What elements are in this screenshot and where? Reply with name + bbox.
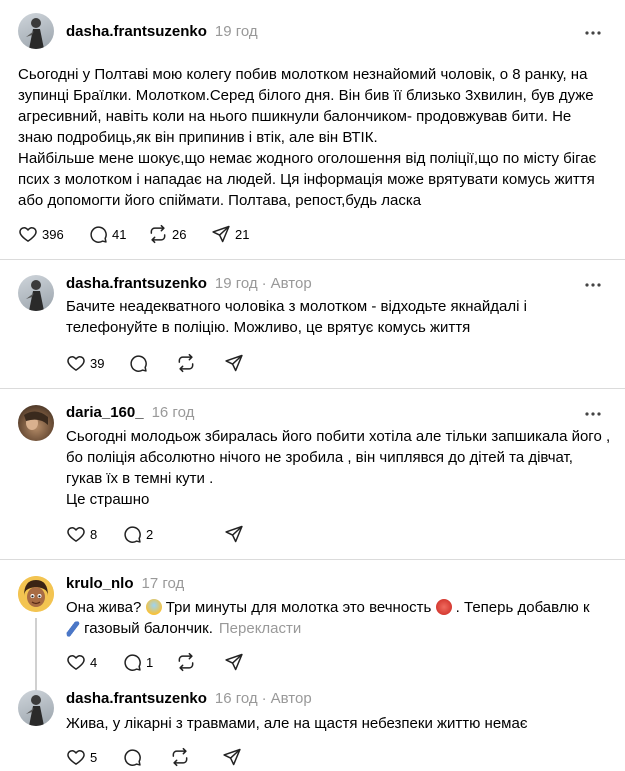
author-badge: Автор	[270, 275, 312, 292]
post-text-part: Она жива?	[66, 599, 146, 616]
share-count: 21	[235, 226, 250, 242]
more-dots-icon[interactable]	[581, 405, 605, 423]
like-count: 39	[90, 355, 105, 371]
post-actions: 5	[66, 746, 616, 768]
repost-button[interactable]	[176, 352, 196, 374]
post-time: 16 год	[151, 404, 195, 421]
repost-button[interactable]	[170, 746, 190, 768]
avatar[interactable]	[18, 13, 54, 49]
comment-count: 41	[112, 226, 127, 242]
post-text: Сьогодні молодьож збиралась його побити …	[66, 428, 611, 508]
comment-button[interactable]	[122, 746, 142, 768]
post-text: Жива, у лікарні з травмами, але на щастя…	[66, 715, 528, 732]
username[interactable]: dasha.frantsuzenko	[66, 23, 207, 40]
username[interactable]: daria_160_	[66, 404, 144, 421]
avatar[interactable]	[18, 405, 54, 441]
send-icon	[222, 747, 242, 767]
pen-spray-emoji-icon	[65, 621, 81, 637]
comment-bubble-icon	[128, 353, 148, 373]
like-button[interactable]: 4	[66, 651, 97, 673]
separator-dot: ·	[261, 275, 267, 292]
send-icon	[224, 652, 244, 672]
comment-button[interactable]: 1	[122, 651, 153, 673]
avatar[interactable]	[18, 690, 54, 726]
heart-icon	[66, 747, 86, 767]
avatar[interactable]	[18, 576, 54, 612]
heart-icon	[18, 224, 38, 244]
post-text-part: Три минуты для молотка это вечность	[161, 599, 436, 616]
post-time: 17 год	[141, 575, 185, 592]
post-text-part: . Теперь добавлю к	[451, 599, 590, 616]
repost-button[interactable]	[176, 651, 196, 673]
post-text: Сьогодні у Полтаві мою колегу побив моло…	[18, 66, 597, 209]
comment-bubble-icon	[88, 224, 108, 244]
more-dots-icon[interactable]	[581, 276, 605, 294]
share-button[interactable]	[224, 523, 244, 545]
heart-icon	[66, 353, 86, 373]
post-time: 16 год	[214, 690, 258, 707]
send-icon	[224, 524, 244, 544]
post-text: Бачите неадекватного чоловіка з молотком…	[66, 298, 527, 336]
avatar-photo-icon	[26, 280, 44, 311]
avatar-photo-icon	[26, 695, 44, 726]
post-time: 19 год	[214, 23, 258, 40]
like-count: 4	[90, 654, 98, 670]
like-button[interactable]: 39	[66, 352, 104, 374]
repost-icon	[170, 747, 190, 767]
share-button[interactable]	[222, 746, 242, 768]
avatar-cartoon-icon	[18, 576, 54, 612]
share-button[interactable]	[224, 651, 244, 673]
repost-count: 26	[172, 226, 187, 242]
post-text-part: газовый балончик.	[80, 620, 213, 637]
comment-count: 2	[146, 526, 154, 542]
share-button[interactable]: 21	[211, 223, 249, 245]
comment-button[interactable]	[128, 352, 148, 374]
like-button[interactable]: 5	[66, 746, 97, 768]
comment-count: 1	[146, 654, 154, 670]
comment-button[interactable]: 41	[88, 223, 126, 245]
post-actions: 4 1	[66, 651, 616, 673]
share-button[interactable]	[224, 352, 244, 374]
comment-bubble-icon	[122, 652, 142, 672]
translate-link[interactable]: Перекласти	[219, 620, 301, 637]
like-count: 396	[42, 226, 64, 242]
comment-bubble-icon	[122, 747, 142, 767]
repost-button[interactable]: 26	[148, 223, 186, 245]
post-actions: 396 41 26 21	[18, 223, 618, 245]
post-text: Она жива? Три минуты для молотка это веч…	[65, 597, 621, 639]
post-time: 19 год	[214, 275, 258, 292]
username[interactable]: dasha.frantsuzenko	[66, 690, 207, 707]
like-count: 5	[90, 749, 98, 765]
username[interactable]: krulo_nlo	[66, 575, 134, 592]
author-badge: Автор	[270, 690, 312, 707]
separator-dot: ·	[261, 690, 267, 707]
comment-button[interactable]: 2	[122, 523, 153, 545]
divider	[0, 388, 625, 389]
avatar-photo-icon	[24, 411, 48, 430]
heart-icon	[66, 652, 86, 672]
heart-icon	[66, 524, 86, 544]
repost-icon	[148, 224, 168, 244]
avatar[interactable]	[18, 275, 54, 311]
scream-emoji-icon	[145, 599, 162, 615]
avatar-photo-icon	[26, 18, 44, 49]
like-button[interactable]: 396	[18, 223, 64, 245]
repost-icon	[176, 353, 196, 373]
post-actions: 39	[66, 352, 616, 374]
comment-bubble-icon	[122, 524, 142, 544]
angry-face-emoji-icon	[435, 599, 452, 615]
like-count: 8	[90, 526, 98, 542]
post-actions: 8 2	[66, 523, 616, 545]
divider	[0, 559, 625, 560]
repost-icon	[176, 652, 196, 672]
more-dots-icon[interactable]	[581, 24, 605, 42]
username[interactable]: dasha.frantsuzenko	[66, 275, 207, 292]
divider	[0, 259, 625, 260]
send-icon	[211, 224, 231, 244]
like-button[interactable]: 8	[66, 523, 97, 545]
send-icon	[224, 353, 244, 373]
